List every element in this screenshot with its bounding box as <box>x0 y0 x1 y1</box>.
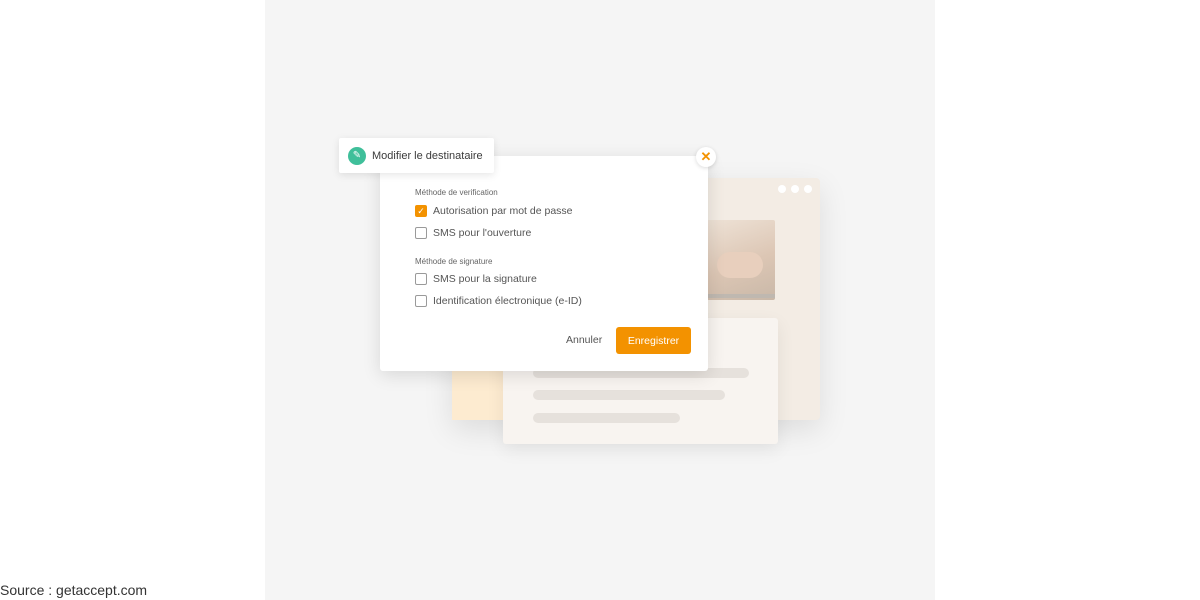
photo-laptop-edge <box>707 294 775 298</box>
source-caption: Source : getaccept.com <box>0 582 148 598</box>
close-icon: ✕ <box>700 149 712 164</box>
window-dot-icon <box>791 185 799 193</box>
edit-recipient-dialog: Méthode de verification ✓ Autorisation p… <box>380 156 708 371</box>
dialog-title: Modifier le destinataire <box>372 149 483 162</box>
option-label: SMS pour la signature <box>433 273 537 285</box>
cancel-button[interactable]: Annuler <box>566 334 602 346</box>
dialog-header-tab: ✎ Modifier le destinataire <box>339 138 494 173</box>
photo-hand-shape <box>717 252 763 278</box>
checkbox-checked[interactable]: ✓ <box>415 205 427 217</box>
window-dots <box>778 185 812 193</box>
checkbox[interactable] <box>415 227 427 239</box>
pencil-icon: ✎ <box>348 146 366 165</box>
option-electronic-id[interactable]: Identification électronique (e-ID) <box>415 295 582 307</box>
placeholder-line <box>533 390 725 400</box>
option-sms-signature[interactable]: SMS pour la signature <box>415 273 537 285</box>
option-sms-opening[interactable]: SMS pour l'ouverture <box>415 227 531 239</box>
checkmark-icon: ✓ <box>417 205 425 216</box>
placeholder-line <box>533 413 680 423</box>
option-label: Autorisation par mot de passe <box>433 205 573 217</box>
option-label: Identification électronique (e-ID) <box>433 295 582 307</box>
option-label: SMS pour l'ouverture <box>433 227 532 239</box>
background-photo <box>707 220 775 300</box>
save-button[interactable]: Enregistrer <box>616 327 691 354</box>
checkbox[interactable] <box>415 295 427 307</box>
verification-method-label: Méthode de verification <box>415 188 498 197</box>
close-button[interactable]: ✕ <box>696 147 716 167</box>
option-password-authorization[interactable]: ✓ Autorisation par mot de passe <box>415 205 573 217</box>
checkbox[interactable] <box>415 273 427 285</box>
window-dot-icon <box>804 185 812 193</box>
background-accent-block <box>452 370 504 420</box>
window-dot-icon <box>778 185 786 193</box>
signature-method-label: Méthode de signature <box>415 257 493 266</box>
